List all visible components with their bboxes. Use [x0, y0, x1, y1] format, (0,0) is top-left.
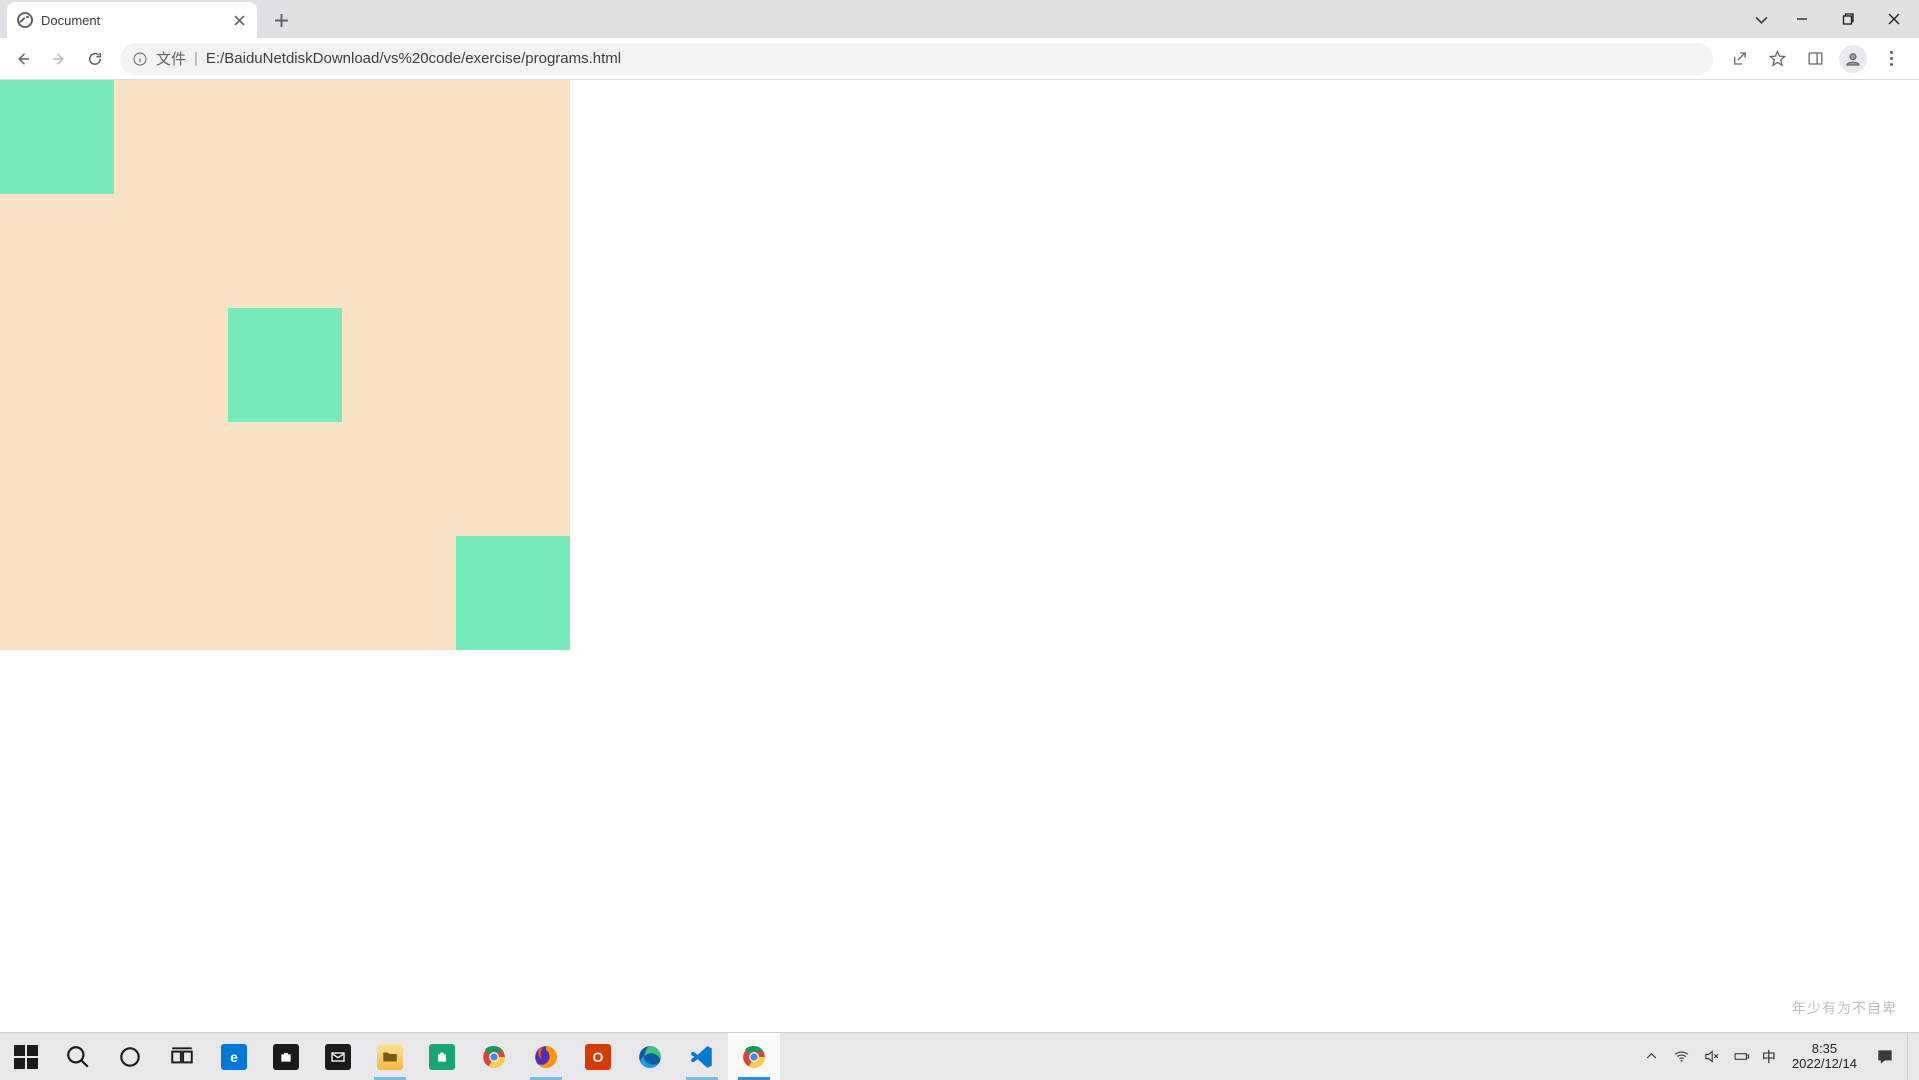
file-explorer-button[interactable] [364, 1033, 416, 1080]
vscode-icon [689, 1044, 715, 1070]
firefox-icon [533, 1044, 559, 1070]
edge-legacy-icon: e [221, 1044, 247, 1070]
mail-button[interactable] [312, 1033, 364, 1080]
close-tab-button[interactable] [231, 12, 247, 28]
chrome-button-1[interactable] [468, 1033, 520, 1080]
share-button[interactable] [1721, 42, 1757, 76]
folder-icon [377, 1044, 403, 1070]
cortana-button[interactable] [104, 1033, 156, 1080]
tab-strip: Document [0, 0, 1919, 38]
back-button[interactable] [6, 42, 40, 76]
ms-store-button[interactable] [260, 1033, 312, 1080]
vscode-button[interactable] [676, 1033, 728, 1080]
start-button[interactable] [0, 1033, 52, 1080]
show-desktop-button[interactable] [1907, 1033, 1915, 1080]
clock-button[interactable]: 8:35 2022/12/14 [1786, 1042, 1863, 1072]
url-path: E:/BaiduNetdiskDownload/vs%20code/exerci… [206, 50, 621, 67]
edge-icon [637, 1044, 663, 1070]
volume-muted-icon[interactable] [1702, 1047, 1722, 1067]
action-center-button[interactable] [1873, 1045, 1897, 1069]
window-maximize-button[interactable] [1825, 4, 1871, 34]
new-tab-button[interactable] [267, 6, 295, 34]
chrome-menu-button[interactable] [1873, 42, 1909, 76]
browser-tab[interactable]: Document [7, 2, 257, 38]
windows-taskbar: e O [0, 1032, 1919, 1080]
address-bar[interactable]: 文件 | E:/BaiduNetdiskDownload/vs%20code/e… [120, 43, 1713, 75]
taskbar-search-button[interactable] [52, 1033, 104, 1080]
site-info-icon[interactable] [132, 51, 148, 67]
clock-date: 2022/12/14 [1792, 1057, 1857, 1072]
avatar-icon [1839, 45, 1867, 73]
edge-button[interactable] [624, 1033, 676, 1080]
page-viewport: 年少有为不自卑 [0, 80, 1919, 1080]
square-top-left [0, 80, 114, 194]
square-center [228, 308, 342, 422]
task-view-button[interactable] [156, 1033, 208, 1080]
chrome-icon [741, 1044, 767, 1070]
wifi-icon[interactable] [1672, 1047, 1692, 1067]
bookmark-button[interactable] [1759, 42, 1795, 76]
firefox-button[interactable] [520, 1033, 572, 1080]
clock-time: 8:35 [1792, 1042, 1857, 1057]
tab-search-button[interactable] [1743, 4, 1779, 34]
tray-overflow-button[interactable] [1642, 1047, 1662, 1067]
side-panel-button[interactable] [1797, 42, 1833, 76]
globe-icon [17, 12, 33, 28]
battery-icon[interactable] [1732, 1047, 1752, 1067]
app-green-button[interactable] [416, 1033, 468, 1080]
browser-toolbar: 文件 | E:/BaiduNetdiskDownload/vs%20code/e… [0, 38, 1919, 80]
office-icon: O [585, 1044, 611, 1070]
profile-button[interactable] [1835, 42, 1871, 76]
tab-title: Document [41, 13, 223, 28]
mail-icon [325, 1044, 351, 1070]
reload-button[interactable] [78, 42, 112, 76]
ime-indicator[interactable]: 中 [1762, 1047, 1776, 1067]
watermark-text: 年少有为不自卑 [1792, 998, 1897, 1018]
chrome-icon [481, 1044, 507, 1070]
chrome-button-2[interactable] [728, 1033, 780, 1080]
window-minimize-button[interactable] [1779, 4, 1825, 34]
bag-icon [429, 1044, 455, 1070]
window-close-button[interactable] [1871, 4, 1917, 34]
square-bottom-right [456, 536, 570, 650]
omnibox-divider: | [194, 50, 198, 67]
edge-legacy-button[interactable]: e [208, 1033, 260, 1080]
forward-button[interactable] [42, 42, 76, 76]
origin-label: 文件 [156, 48, 186, 69]
page-canvas [0, 80, 570, 650]
taskbar-apps: e O [0, 1033, 780, 1080]
office-button[interactable]: O [572, 1033, 624, 1080]
windows-icon [14, 1045, 38, 1069]
store-icon [273, 1044, 299, 1070]
